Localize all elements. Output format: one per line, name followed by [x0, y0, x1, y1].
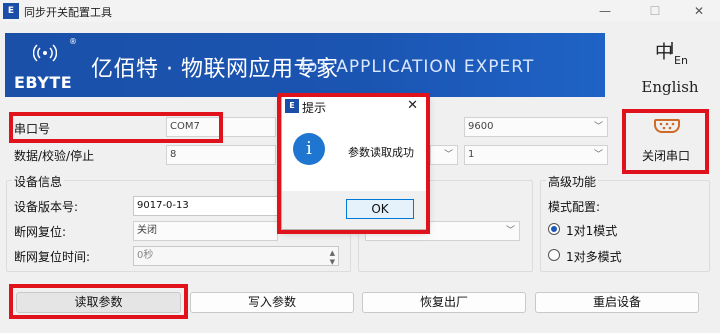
language-icon: 中 En: [655, 42, 688, 66]
highlight-read-button: [9, 284, 188, 319]
maximize-button[interactable]: ☐: [632, 0, 678, 22]
mode-option-1tomany[interactable]: 1对多模式: [566, 248, 622, 265]
wireless-icon: [33, 44, 57, 62]
highlight-port-button: [622, 109, 709, 174]
stop-bits-select[interactable]: 1 ﹀: [464, 145, 608, 165]
write-params-button[interactable]: 写入参数: [190, 292, 354, 313]
restore-factory-button[interactable]: 恢复出厂: [362, 292, 526, 313]
chevron-down-icon: ﹀: [593, 122, 603, 132]
highlight-dialog: [277, 93, 430, 234]
reset-time-stepper[interactable]: 0秒 ▲ ▼: [133, 246, 339, 266]
reset-time-value: 0秒: [137, 250, 154, 261]
mode-option-1to1[interactable]: 1对1模式: [566, 222, 617, 239]
reset-label: 断网复位:: [14, 225, 67, 239]
title-bar: E 同步开关配置工具 — ☐ ✕: [0, 0, 720, 22]
logo-text: EBYTE: [14, 73, 73, 92]
chevron-down-icon: ﹀: [443, 150, 453, 160]
minimize-button[interactable]: —: [582, 0, 628, 22]
brand-banner: ® EBYTE 亿佰特 · 物联网应用专家 IoT APPLICATION EX…: [5, 33, 605, 97]
version-field[interactable]: 9017-0-13: [133, 196, 278, 216]
svg-text:中: 中: [655, 42, 673, 63]
slogan-en: IoT APPLICATION EXPERT: [301, 57, 535, 77]
reset-select[interactable]: 关闭: [133, 221, 278, 241]
chevron-down-icon: ﹀: [593, 150, 603, 160]
close-button[interactable]: ✕: [676, 0, 720, 22]
advanced-title: 高级功能: [546, 173, 599, 190]
reset-value: 关闭: [137, 225, 157, 236]
svg-text:En: En: [674, 54, 688, 66]
app-icon: E: [3, 3, 19, 19]
language-label: English: [641, 78, 699, 96]
stepper-down-icon[interactable]: ▼: [330, 253, 335, 271]
mode-radio-1tomany[interactable]: [548, 249, 560, 261]
baud-value: 9600: [468, 121, 494, 132]
registered-mark: ®: [69, 37, 77, 46]
baud-select[interactable]: 9600 ﹀: [464, 117, 608, 137]
reset-time-label: 断网复位时间:: [14, 250, 91, 264]
ebyte-logo: ® EBYTE: [5, 33, 85, 97]
mode-radio-1to1[interactable]: [548, 223, 560, 235]
highlight-port: [9, 112, 223, 143]
mode-label: 模式配置:: [548, 200, 601, 214]
chevron-down-icon: ﹀: [505, 226, 515, 236]
version-value: 9017-0-13: [137, 200, 189, 211]
window-title: 同步开关配置工具: [24, 6, 112, 19]
data-bits-value: 8: [170, 149, 177, 160]
language-switch[interactable]: 中 En English: [630, 36, 710, 96]
data-bits-select[interactable]: 8: [166, 145, 276, 165]
parity-select[interactable]: ﹀: [430, 145, 458, 165]
format-label: 数据/校验/停止: [14, 149, 95, 163]
stop-bits-value: 1: [468, 149, 475, 160]
version-label: 设备版本号:: [14, 200, 79, 214]
device-info-title: 设备信息: [12, 173, 65, 190]
restart-device-button[interactable]: 重启设备: [535, 292, 699, 313]
